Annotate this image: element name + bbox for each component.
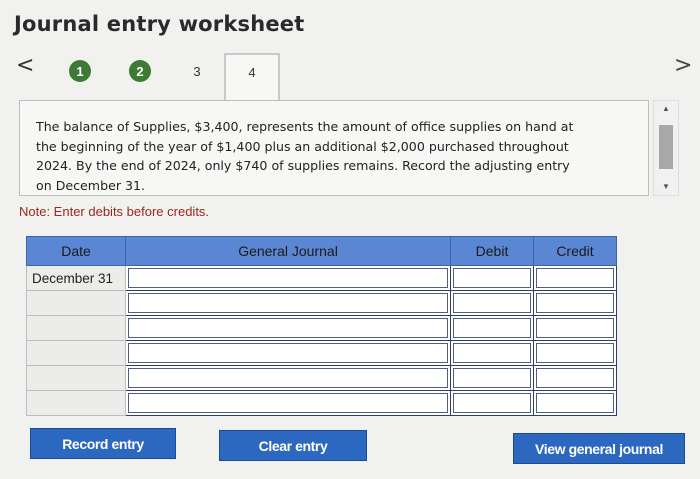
debit-input[interactable] bbox=[450, 265, 534, 291]
question-prompt: The balance of Supplies, $3,400, represe… bbox=[19, 100, 649, 196]
account-input[interactable] bbox=[125, 365, 451, 391]
step-2-indicator[interactable]: 2 bbox=[129, 60, 151, 82]
table-header-row: Date General Journal Debit Credit bbox=[26, 236, 617, 266]
account-input[interactable] bbox=[125, 315, 451, 341]
credit-input[interactable] bbox=[533, 290, 617, 316]
view-general-journal-button[interactable]: View general journal bbox=[513, 433, 685, 464]
general-journal-column-header: General Journal bbox=[125, 236, 451, 266]
credit-column-header: Credit bbox=[533, 236, 617, 266]
account-input[interactable] bbox=[125, 390, 451, 416]
table-row bbox=[26, 340, 617, 366]
credit-input[interactable] bbox=[533, 390, 617, 416]
date-cell bbox=[26, 290, 126, 316]
account-input[interactable] bbox=[125, 265, 451, 291]
prev-arrow-icon[interactable]: < bbox=[16, 55, 34, 77]
table-row bbox=[26, 390, 617, 416]
date-cell: December 31 bbox=[26, 265, 126, 291]
debit-input[interactable] bbox=[450, 390, 534, 416]
table-row bbox=[26, 365, 617, 391]
step-4-label: 4 bbox=[248, 65, 256, 80]
table-row: December 31 bbox=[26, 265, 617, 291]
debit-input[interactable] bbox=[450, 365, 534, 391]
credit-input[interactable] bbox=[533, 340, 617, 366]
step-1-indicator[interactable]: 1 bbox=[69, 60, 91, 82]
date-cell bbox=[26, 390, 126, 416]
date-cell bbox=[26, 365, 126, 391]
credit-input[interactable] bbox=[533, 265, 617, 291]
debit-input[interactable] bbox=[450, 340, 534, 366]
date-column-header: Date bbox=[26, 236, 126, 266]
instruction-note: Note: Enter debits before credits. bbox=[19, 204, 210, 219]
step-3-indicator[interactable]: 3 bbox=[186, 60, 208, 82]
scroll-down-icon[interactable]: ▼ bbox=[662, 183, 670, 191]
next-arrow-icon[interactable]: > bbox=[674, 55, 692, 77]
debit-input[interactable] bbox=[450, 315, 534, 341]
scroll-thumb[interactable] bbox=[659, 125, 673, 169]
scroll-up-icon[interactable]: ▲ bbox=[662, 105, 670, 113]
page-title: Journal entry worksheet bbox=[14, 12, 305, 36]
debit-input[interactable] bbox=[450, 290, 534, 316]
question-text: The balance of Supplies, $3,400, represe… bbox=[36, 119, 574, 193]
table-row bbox=[26, 290, 617, 316]
credit-input[interactable] bbox=[533, 315, 617, 341]
table-row bbox=[26, 315, 617, 341]
date-cell bbox=[26, 315, 126, 341]
clear-entry-button[interactable]: Clear entry bbox=[219, 430, 367, 461]
date-cell bbox=[26, 340, 126, 366]
account-input[interactable] bbox=[125, 340, 451, 366]
prompt-scrollbar[interactable]: ▲ ▼ bbox=[653, 100, 679, 196]
journal-table: Date General Journal Debit Credit Decemb… bbox=[26, 236, 617, 416]
debit-column-header: Debit bbox=[450, 236, 534, 266]
record-entry-button[interactable]: Record entry bbox=[30, 428, 176, 459]
account-input[interactable] bbox=[125, 290, 451, 316]
credit-input[interactable] bbox=[533, 365, 617, 391]
step-4-tab[interactable]: 4 bbox=[224, 53, 280, 101]
